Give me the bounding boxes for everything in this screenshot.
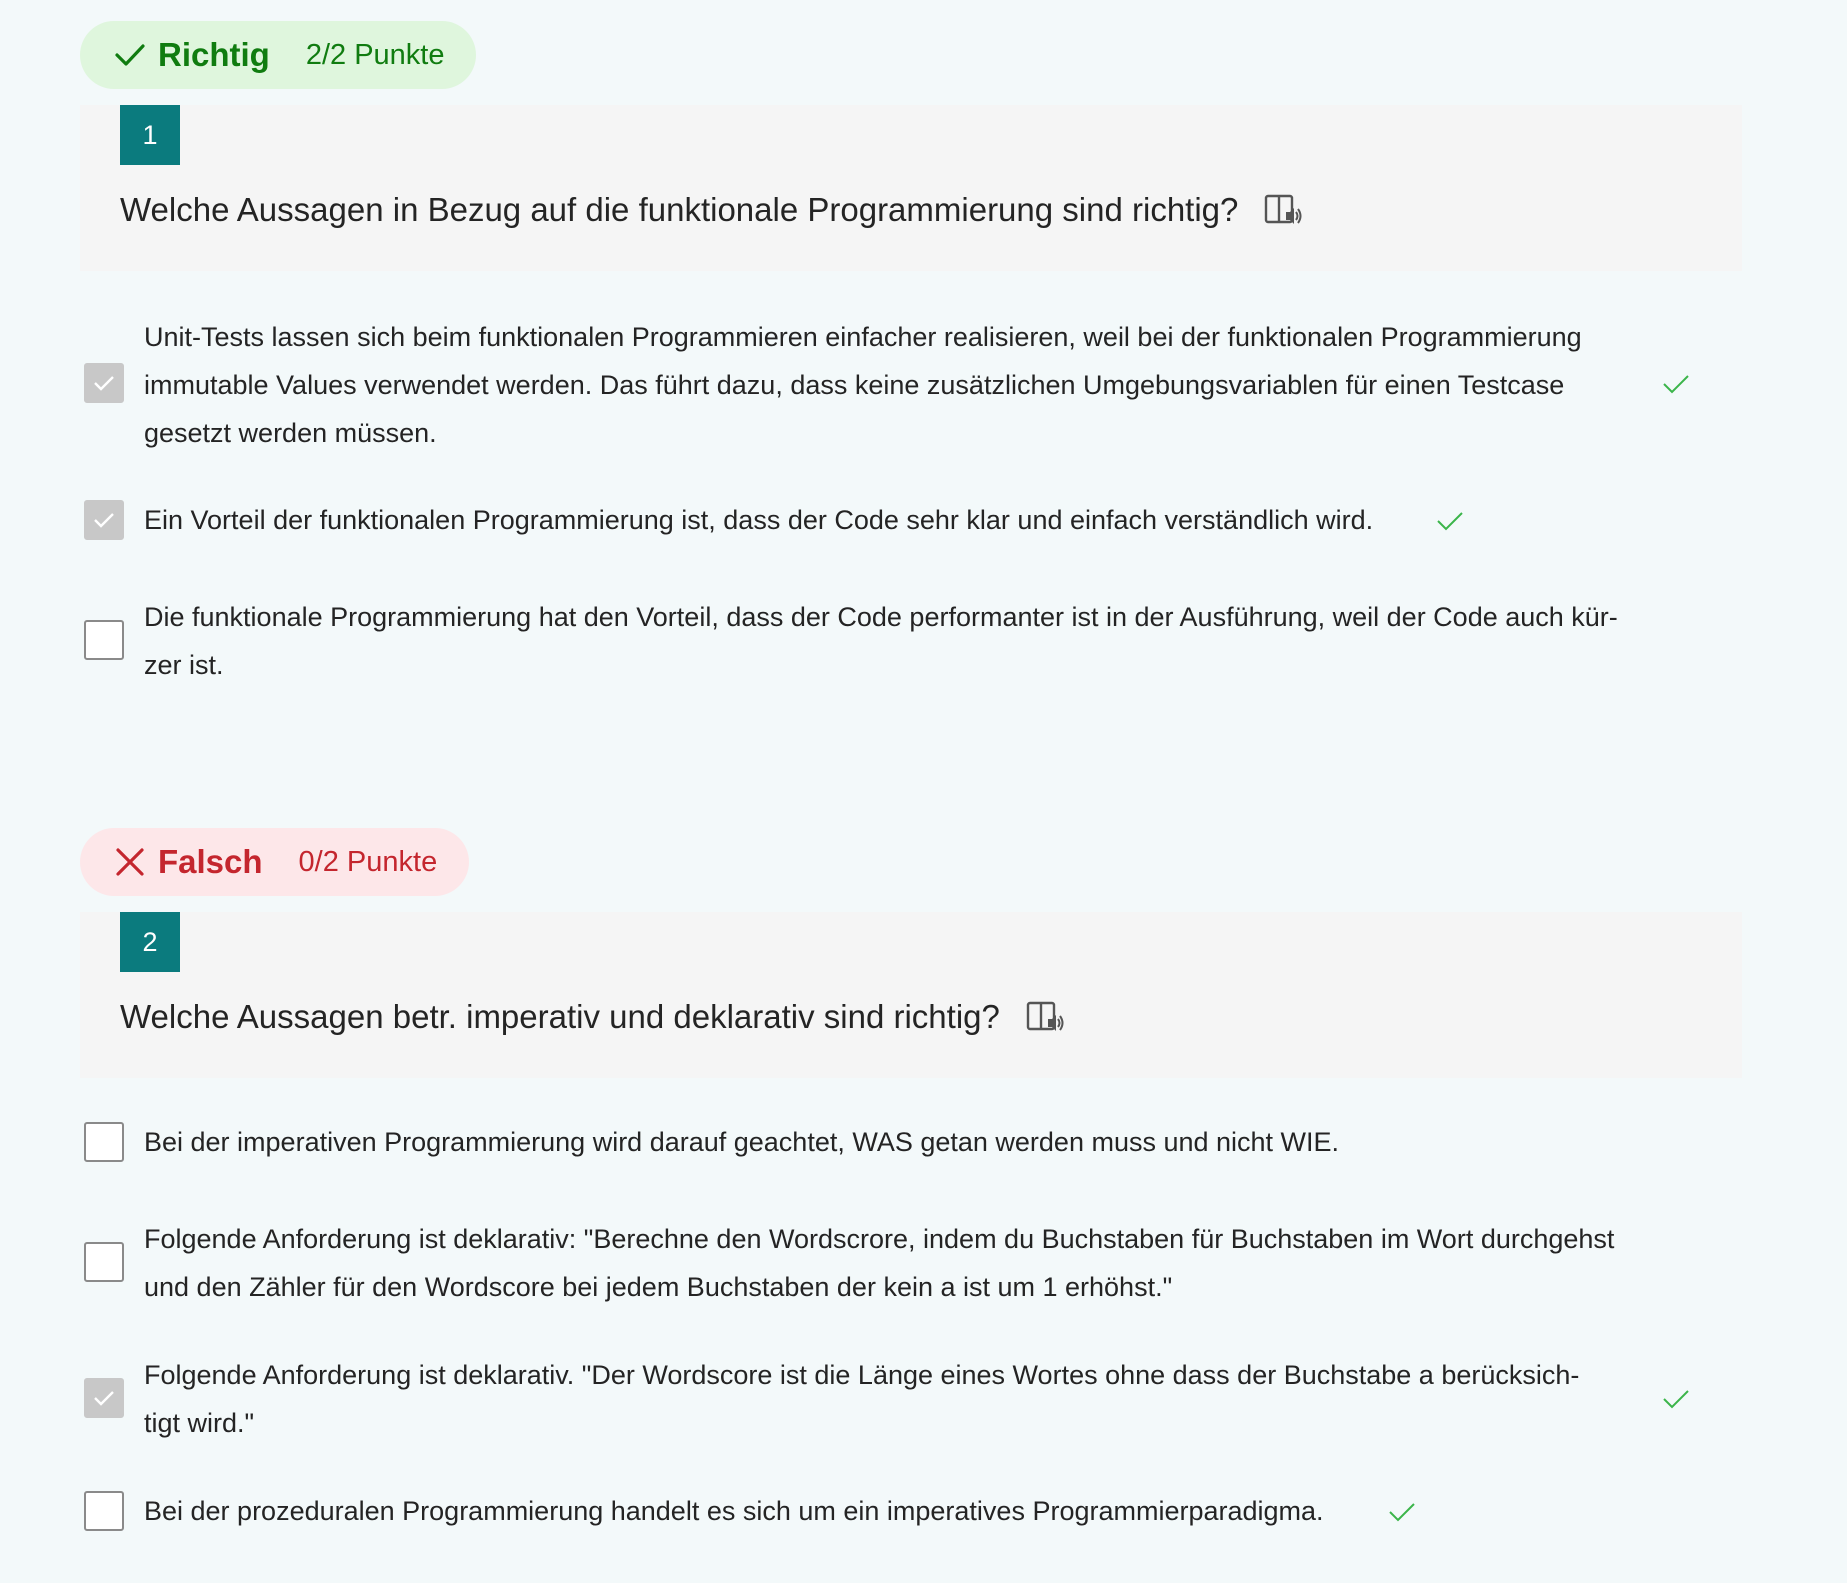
cross-icon [114,846,146,878]
result-badge-correct: Richtig 2/2 Punkte [80,21,477,89]
result-status: Richtig [158,36,270,73]
answer-option: Bei der imperativen Programmierung wird … [84,1118,1684,1168]
question-title: Welche Aussagen in Bezug auf die funktio… [120,191,1302,229]
question-card: 1 Welche Aussagen in Bezug auf die funkt… [80,105,1742,271]
checkmark-icon [114,39,146,71]
question-number: 1 [120,105,180,165]
answer-text-line: Ein Vorteil der funktionalen Programmier… [144,505,1374,535]
answer-text-line: immutable Values verwendet werden. Das f… [144,370,1565,400]
result-badge-wrong: Falsch 0/2 Punkte [80,828,470,896]
answer-text: Unit-Tests lassen sich beim funktionalen… [144,313,1582,457]
answer-option: Bei der prozeduralen Programmierung hand… [84,1487,1684,1537]
immersive-reader-icon[interactable] [1264,192,1302,228]
correct-answer-check-icon [1662,373,1690,395]
answer-checkbox-checked[interactable] [84,500,124,540]
answer-option: Unit-Tests lassen sich beim funktionalen… [84,313,1689,463]
answer-text-line: gesetzt werden müssen. [144,418,437,448]
question-title-text: Welche Aussagen betr. imperativ und dekl… [120,998,1000,1035]
answer-checkbox-checked[interactable] [84,363,124,403]
answer-checkbox-checked[interactable] [84,1378,124,1418]
answer-text-line: zer ist. [144,650,224,680]
answer-text: Bei der prozeduralen Programmierung hand… [144,1487,1324,1535]
question-title: Welche Aussagen betr. imperativ und dekl… [120,998,1064,1036]
answer-text-line: Folgende Anforderung ist deklarativ. "De… [144,1360,1580,1390]
question-number: 2 [120,912,180,972]
answer-option: Folgende Anforderung ist deklarativ. "De… [84,1351,1689,1451]
answer-checkbox[interactable] [84,1491,124,1531]
answer-text-line: Folgende Anforderung ist deklarativ: "Be… [144,1224,1615,1254]
answer-checkbox[interactable] [84,620,124,660]
answer-text-line: tigt wird." [144,1408,255,1438]
result-status: Falsch [158,843,263,880]
result-points: 2/2 Punkte [305,38,445,71]
answer-text-line: Bei der imperativen Programmierung wird … [144,1127,1340,1157]
answer-text: Die funktionale Programmierung hat den V… [144,593,1618,689]
answer-text-line: Die funktionale Programmierung hat den V… [144,602,1618,632]
answer-text-line: und den Zähler für den Wordscore bei jed… [144,1272,1173,1302]
question-title-text: Welche Aussagen in Bezug auf die funktio… [120,191,1239,228]
result-points: 0/2 Punkte [298,845,438,878]
answer-checkbox[interactable] [84,1122,124,1162]
correct-answer-check-icon [1662,1388,1690,1410]
answer-text-line: Unit-Tests lassen sich beim funktionalen… [144,322,1582,352]
correct-answer-check-icon [1436,510,1464,532]
question-card: 2 Welche Aussagen betr. imperativ und de… [80,912,1742,1078]
answer-text: Ein Vorteil der funktionalen Programmier… [144,496,1373,544]
answer-text-line: Bei der prozeduralen Programmierung hand… [144,1496,1324,1526]
answer-text: Folgende Anforderung ist deklarativ: "Be… [144,1215,1614,1311]
answer-option: Ein Vorteil der funktionalen Programmier… [84,496,1684,546]
answer-option: Die funktionale Programmierung hat den V… [84,593,1684,693]
answer-option: Folgende Anforderung ist deklarativ: "Be… [84,1215,1684,1315]
answer-checkbox[interactable] [84,1242,124,1282]
correct-answer-check-icon [1388,1501,1416,1523]
answer-text: Folgende Anforderung ist deklarativ. "De… [144,1351,1579,1447]
answer-text: Bei der imperativen Programmierung wird … [144,1118,1339,1166]
immersive-reader-icon[interactable] [1026,999,1064,1035]
